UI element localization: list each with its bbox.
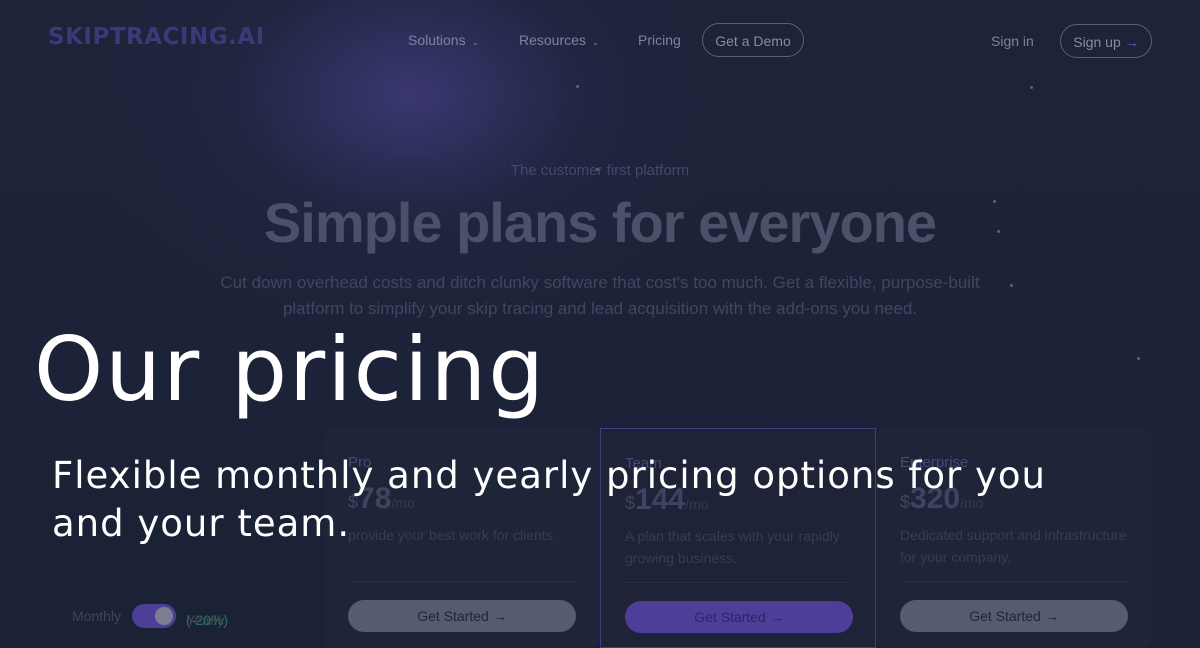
get-started-button-enterprise[interactable]: Get Started → [900,600,1128,632]
divider [625,582,851,583]
star-decoration [576,85,579,88]
cta-label: Get Started [969,608,1041,624]
nav-pricing[interactable]: Pricing [638,22,681,58]
star-decoration [1010,284,1013,287]
overlay-subtitle: Flexible monthly and yearly pricing opti… [52,454,1046,545]
billing-monthly-label[interactable]: Monthly [72,608,121,624]
chevron-down-icon: ⌄ [471,37,480,47]
arrow-right-icon: → [1124,34,1139,50]
arrow-right-icon: → [492,608,507,624]
hero-title: Simple plans for everyone [263,191,937,254]
billing-period-toggle[interactable] [132,604,176,628]
nav-resources[interactable]: Resources ⌄ [519,22,599,58]
arrow-right-icon: → [1044,608,1059,624]
toggle-knob [155,607,173,625]
sign-up-label: Sign up [1073,34,1121,50]
divider [348,581,576,582]
top-navigation: Solutions ⌄ Resources ⌄ Pricing Get a Demo… [0,22,1200,58]
hero-subtitle: Cut down overhead costs and ditch clunky… [220,273,980,318]
chevron-down-icon: ⌄ [591,37,600,47]
star-decoration [1137,357,1140,360]
divider [900,581,1128,582]
nav-resources-label: Resources [519,32,586,48]
cta-label: Get Started [694,609,766,625]
yearly-discount-badge: (-20%) [186,612,229,628]
sign-in-link[interactable]: Sign in [991,23,1034,59]
star-decoration [1030,86,1033,89]
cta-label: Get Started [417,608,489,624]
overlay-title: Our pricing [34,318,547,421]
hero-eyebrow: The customer first platform [510,162,690,179]
get-started-button-pro[interactable]: Get Started → [348,600,576,632]
get-started-button-team[interactable]: Get Started → [625,601,853,633]
arrow-right-icon: → [769,609,784,625]
get-demo-button[interactable]: Get a Demo [702,23,804,57]
nav-solutions[interactable]: Solutions ⌄ [408,22,479,58]
nav-solutions-label: Solutions [408,32,466,48]
sign-up-button[interactable]: Sign up → [1060,24,1152,58]
